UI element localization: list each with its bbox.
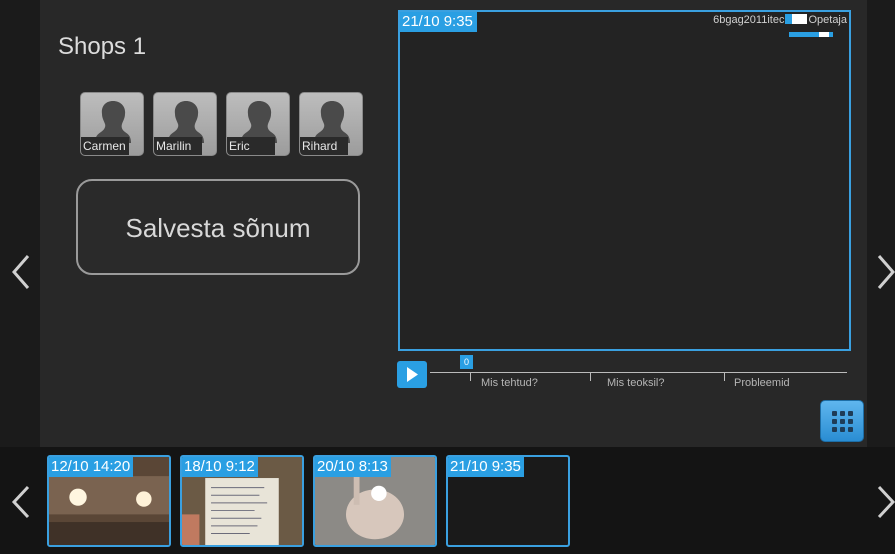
thumbnail-strip: 12/10 14:20 18/10 9:12 20/10 8:13 21/10 … [0, 447, 895, 554]
participant-marilin[interactable]: Marilin [153, 92, 217, 156]
user-role: Opetaja [808, 14, 847, 26]
participant-name: Marilin [154, 137, 202, 155]
thumbnail-item[interactable]: 20/10 8:13 [313, 455, 437, 547]
thumbnail-item[interactable]: 18/10 9:12 [180, 455, 304, 547]
play-icon [407, 367, 418, 382]
participant-list: Carmen Marilin Eric Rihard [80, 92, 363, 156]
timeline-marker-in-progress[interactable]: Mis teoksil? [607, 377, 664, 389]
save-message-button[interactable]: Salvesta sõnum [76, 179, 360, 275]
participant-name: Eric [227, 137, 275, 155]
timeline-cursor[interactable]: 0 [460, 355, 473, 369]
thumbnail-timestamp: 20/10 8:13 [315, 457, 391, 477]
speaker-icon [785, 14, 808, 24]
volume-knob[interactable] [819, 32, 830, 37]
thumbnail-timestamp: 18/10 9:12 [182, 457, 258, 477]
chevron-left-icon [11, 485, 30, 519]
thumbs-prev-button[interactable] [6, 477, 36, 527]
chevron-right-icon [877, 485, 895, 519]
thumbnail-item-selected[interactable]: 21/10 9:35 [446, 455, 570, 547]
next-page-button[interactable] [871, 242, 895, 302]
participant-name: Carmen [81, 137, 129, 155]
user-label: 6bgag2011itec Opetaja [713, 14, 847, 26]
video-timestamp: 21/10 9:35 [400, 12, 477, 32]
main-panel: Shops 1 Carmen Marilin Eric Rihard Salve… [40, 0, 867, 447]
page-title: Shops 1 [58, 33, 147, 60]
timeline-tick [470, 373, 471, 381]
thumbnail-timestamp: 21/10 9:35 [448, 457, 524, 477]
participant-rihard[interactable]: Rihard [299, 92, 363, 156]
timeline-marker-problems[interactable]: Probleemid [734, 377, 790, 389]
play-button[interactable] [397, 361, 427, 388]
participant-name: Rihard [300, 137, 348, 155]
thumbs-next-button[interactable] [871, 477, 895, 527]
participant-carmen[interactable]: Carmen [80, 92, 144, 156]
grid-menu-button[interactable] [820, 400, 864, 442]
timeline-tick [590, 373, 591, 381]
user-prefix: 6bgag2011itec [713, 14, 785, 26]
participant-eric[interactable]: Eric [226, 92, 290, 156]
timeline-track[interactable] [430, 372, 847, 373]
thumbnail-timestamp: 12/10 14:20 [49, 457, 134, 477]
thumbnail-item[interactable]: 12/10 14:20 [47, 455, 171, 547]
app-window: Shops 1 Carmen Marilin Eric Rihard Salve… [0, 0, 895, 554]
video-player[interactable]: 21/10 9:35 6bgag2011itec Opetaja [398, 10, 851, 351]
timeline-marker-done[interactable]: Mis tehtud? [481, 377, 538, 389]
chevron-left-icon [12, 255, 30, 289]
volume-slider[interactable] [789, 32, 833, 37]
timeline-tick [724, 373, 725, 381]
prev-page-button[interactable] [6, 242, 36, 302]
chevron-right-icon [877, 255, 895, 289]
